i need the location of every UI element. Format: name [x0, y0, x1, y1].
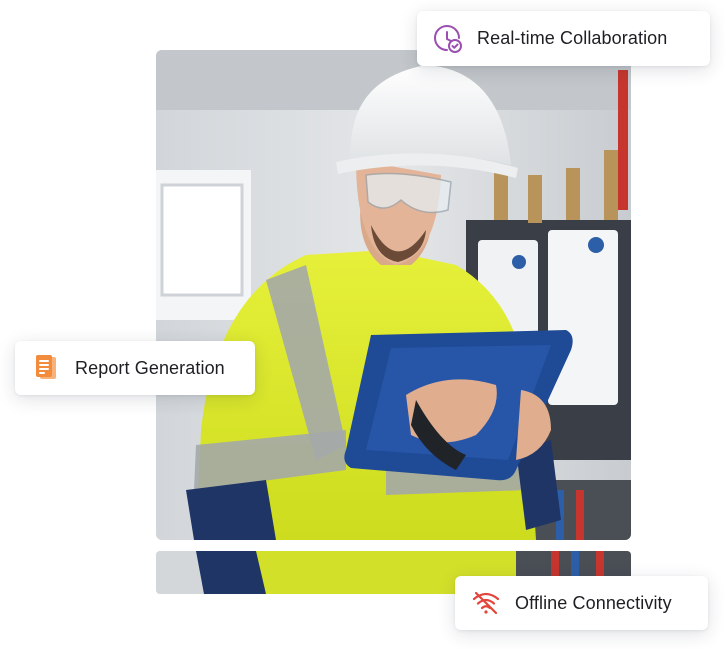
- feature-label: Real-time Collaboration: [477, 28, 668, 48]
- hero-photo: [156, 50, 631, 540]
- feature-card-offline-connectivity: Offline Connectivity: [455, 576, 708, 630]
- wifi-off-icon: [471, 588, 501, 618]
- feature-label: Offline Connectivity: [515, 592, 672, 613]
- feature-card-realtime-collaboration: Real-time Collaboration: [417, 11, 710, 66]
- document-icon: [31, 353, 61, 383]
- feature-card-report-generation: Report Generation: [15, 341, 255, 395]
- feature-label: Report Generation: [75, 357, 225, 378]
- clock-check-icon: [433, 24, 463, 54]
- worker-tablet-illustration: [156, 50, 631, 540]
